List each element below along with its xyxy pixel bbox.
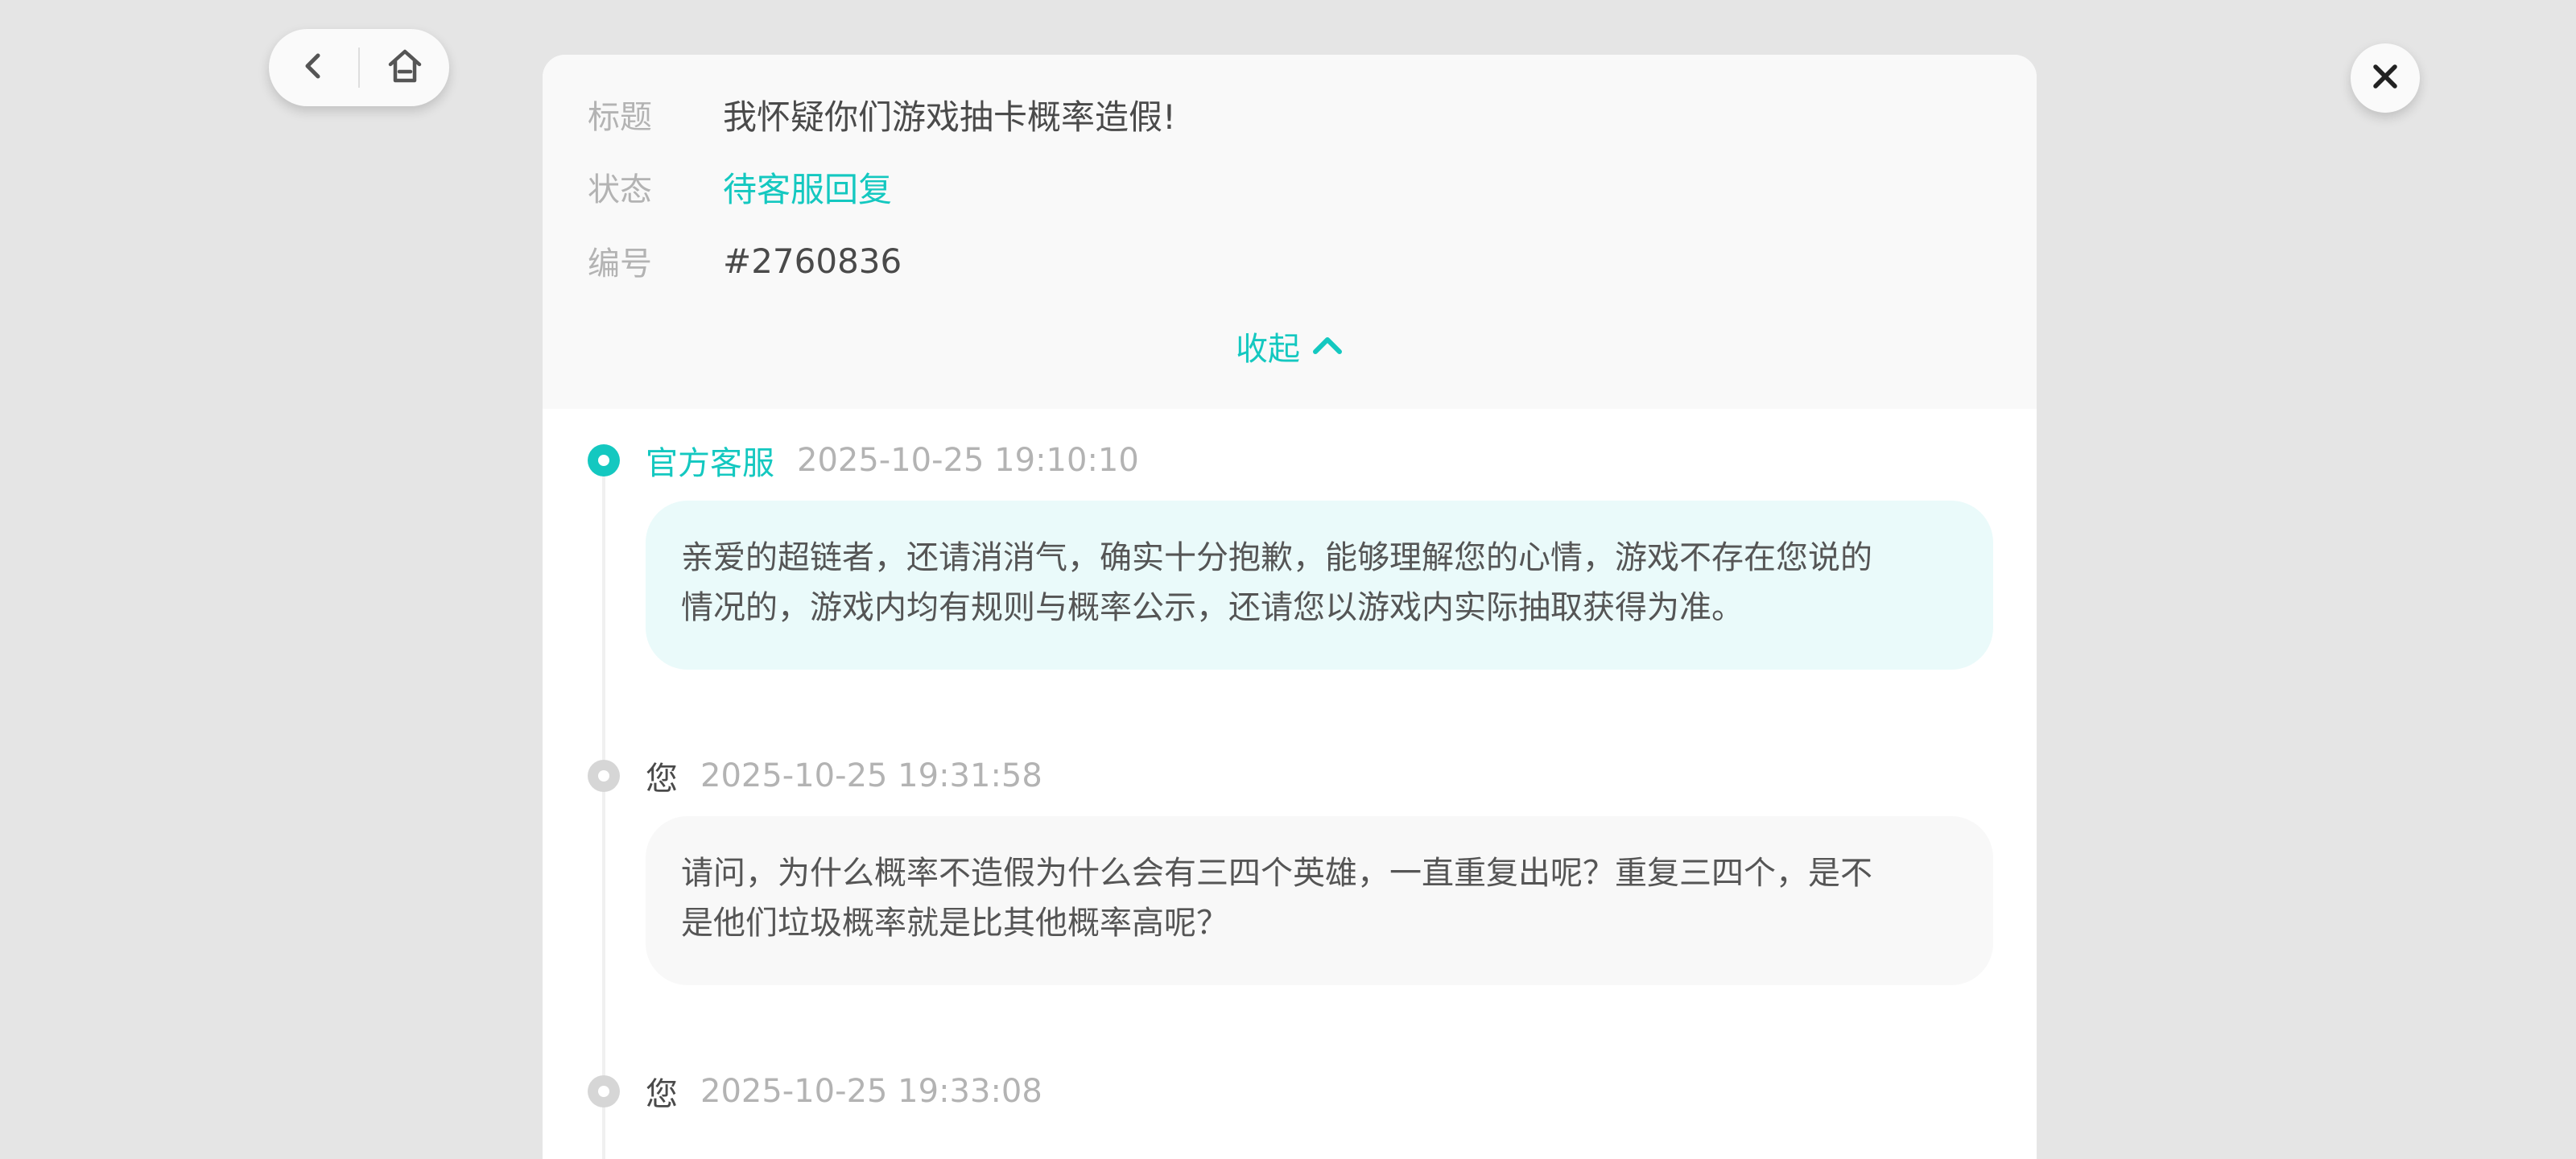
message-bubble-user: 请问，为什么概率不造假为什么会有三四个英雄，一直重复出呢？重复三四个，是不 是他… bbox=[646, 816, 1993, 985]
message-text-line: 情况的，游戏内均有规则与概率公示，还请您以游戏内实际抽取获得为准。 bbox=[681, 589, 1744, 626]
close-icon bbox=[2371, 62, 2400, 94]
collapse-button[interactable]: 收起 bbox=[543, 320, 2037, 372]
number-label: 编号 bbox=[588, 245, 652, 283]
collapse-label: 收起 bbox=[1236, 331, 1300, 368]
close-button[interactable] bbox=[2351, 43, 2420, 113]
timeline-line bbox=[602, 473, 605, 1159]
back-button[interactable] bbox=[269, 29, 358, 106]
message-sender: 您 bbox=[646, 1076, 678, 1113]
timeline-dot-user bbox=[588, 1075, 620, 1107]
message-text-line: 是他们垃圾概率就是比其他概率高呢？ bbox=[681, 905, 1228, 942]
home-icon bbox=[386, 47, 424, 89]
chevron-up-icon bbox=[1311, 332, 1344, 360]
status-label: 状态 bbox=[588, 171, 652, 208]
status-row: 状态 待客服回复 bbox=[588, 163, 892, 211]
message-time: 2025-10-25 19:31:58 bbox=[700, 757, 1042, 794]
timeline-dot-user bbox=[588, 760, 620, 792]
message-bubble-official: 亲爱的超链者，还请消消气，确实十分抱歉，能够理解您的心情，游戏不存在您说的 情况… bbox=[646, 501, 1993, 670]
title-label: 标题 bbox=[588, 99, 652, 136]
timeline-dot-official bbox=[588, 444, 620, 476]
message-text-line: 请问，为什么概率不造假为什么会有三四个英雄，一直重复出呢？重复三四个，是不 bbox=[681, 855, 1872, 892]
message-sender: 官方客服 bbox=[646, 445, 774, 482]
nav-pill bbox=[269, 29, 449, 106]
message-time: 2025-10-25 19:33:08 bbox=[700, 1073, 1042, 1110]
ticket-info-panel: 标题 我怀疑你们游戏抽卡概率造假! 状态 待客服回复 编号 #2760836 收… bbox=[543, 55, 2037, 409]
message-header: 官方客服 2025-10-25 19:10:10 bbox=[646, 436, 1139, 485]
status-badge: 待客服回复 bbox=[723, 169, 893, 209]
number-row: 编号 #2760836 bbox=[588, 237, 902, 285]
message-text-line: 亲爱的超链者，还请消消气，确实十分抱歉，能够理解您的心情，游戏不存在您说的 bbox=[681, 539, 1872, 576]
home-button[interactable] bbox=[360, 29, 449, 106]
title-row: 标题 我怀疑你们游戏抽卡概率造假! bbox=[588, 90, 1176, 138]
ticket-title: 我怀疑你们游戏抽卡概率造假! bbox=[723, 97, 1176, 137]
ticket-card: 标题 我怀疑你们游戏抽卡概率造假! 状态 待客服回复 编号 #2760836 收… bbox=[543, 55, 2037, 1159]
message-sender: 您 bbox=[646, 761, 678, 798]
message-time: 2025-10-25 19:10:10 bbox=[797, 442, 1139, 479]
chevron-left-icon bbox=[298, 50, 330, 85]
message-header: 您 2025-10-25 19:33:08 bbox=[646, 1067, 1042, 1116]
message-header: 您 2025-10-25 19:31:58 bbox=[646, 752, 1042, 800]
ticket-number: #2760836 bbox=[723, 241, 902, 281]
